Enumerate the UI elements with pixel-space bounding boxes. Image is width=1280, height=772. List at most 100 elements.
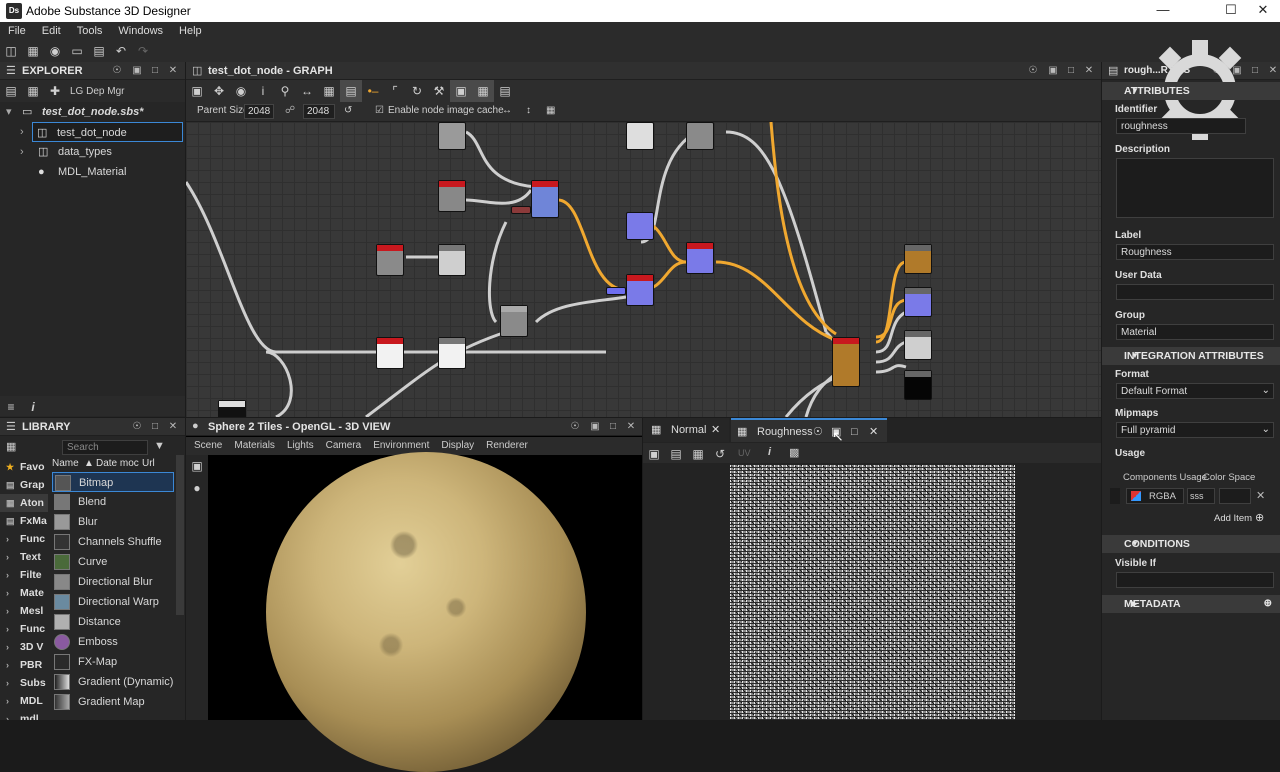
usage-extra-select[interactable] [1219, 488, 1251, 504]
tree-item-mdl-material[interactable]: ● MDL_Material [0, 162, 185, 182]
save-package-icon[interactable]: ▤ [0, 80, 22, 102]
graph-node[interactable] [904, 244, 932, 274]
library-item-channels-shuffle[interactable]: Channels Shuffle [52, 532, 174, 552]
open-icon[interactable]: ▭ [66, 40, 88, 62]
library-item-blend[interactable]: Blend [52, 492, 174, 512]
category-3d-view[interactable]: › 3D V [0, 638, 48, 656]
identifier-field[interactable]: roughness [1116, 118, 1246, 134]
layout-icon[interactable]: ▦ [318, 80, 340, 102]
info-icon[interactable]: i [768, 446, 771, 458]
menu-renderer[interactable]: Renderer [474, 437, 528, 451]
attributes-section[interactable]: ▼ ATTRIBUTES [1102, 82, 1280, 100]
visible-if-field[interactable] [1116, 572, 1274, 588]
library-item-bitmap[interactable]: Bitmap [52, 472, 174, 492]
menu-environment[interactable]: Environment [361, 437, 429, 451]
category-mdl[interactable]: › MDL [0, 692, 48, 710]
add-icon[interactable]: ✚ [44, 80, 66, 102]
category-pbr[interactable]: › PBR [0, 656, 48, 674]
graph-node[interactable] [438, 244, 466, 276]
category-favorites[interactable]: ★ Favo [0, 458, 48, 476]
histogram-icon[interactable]: ▩ [789, 446, 799, 459]
menu-scene[interactable]: Scene [186, 437, 222, 451]
float-icon[interactable]: ▣ [130, 64, 144, 78]
menu-tools[interactable]: Tools [69, 22, 111, 37]
hierarchy-icon[interactable]: ≡ [0, 396, 22, 418]
close-panel-icon[interactable]: ✕ [166, 64, 180, 78]
conditions-section[interactable]: ▼ CONDITIONS [1102, 535, 1280, 553]
add-item-label[interactable]: Add Item [1214, 513, 1252, 524]
link-icon[interactable]: ☍ [285, 105, 295, 116]
column-url[interactable]: Url [142, 458, 155, 469]
maximize-panel-icon[interactable]: □ [1064, 64, 1078, 78]
category-mdl-2[interactable]: › mdl [0, 710, 48, 720]
graph-node[interactable] [376, 337, 404, 369]
info-icon[interactable]: i [252, 80, 274, 102]
library-item-gradient-map[interactable]: Gradient Map [52, 692, 174, 712]
reset-icon[interactable]: ↺ [344, 105, 352, 116]
graph-node[interactable] [626, 274, 654, 306]
share-icon[interactable]: ↺ [709, 443, 731, 465]
float-icon[interactable]: ▣ [1046, 64, 1060, 78]
cache-checkbox[interactable]: ☑ [375, 105, 384, 116]
graph-node[interactable] [376, 244, 404, 276]
usage-row-handle[interactable] [1110, 488, 1120, 504]
undo-icon[interactable]: ↶ [110, 40, 132, 62]
tree-item-test-dot-node[interactable]: ◫ test_dot_node [32, 122, 183, 142]
maximize-panel-icon[interactable]: □ [148, 64, 162, 78]
library-grid-icon[interactable]: ▦ [6, 440, 16, 453]
pin-icon[interactable]: ☉ [568, 420, 582, 434]
menu-file[interactable]: File [0, 22, 34, 37]
refresh-icon[interactable]: ↻ [406, 80, 428, 102]
graph-node[interactable] [626, 212, 654, 240]
menu-camera[interactable]: Camera [314, 437, 362, 451]
screenshot-icon[interactable]: ◉ [230, 80, 252, 102]
close-panel-icon[interactable]: ✕ [166, 420, 180, 434]
menu-help[interactable]: Help [171, 22, 210, 37]
close-panel-icon[interactable]: ✕ [1082, 64, 1096, 78]
category-texture[interactable]: › Text [0, 548, 48, 566]
chevron-right-icon[interactable]: › [20, 142, 24, 162]
uv-toggle[interactable]: UV [738, 448, 751, 458]
category-graph[interactable]: ▤ Grap [0, 476, 48, 494]
clipboard-icon[interactable]: ▦ [687, 443, 709, 465]
color-space-select[interactable]: sss [1187, 488, 1215, 504]
expand-icon[interactable]: ▾ [6, 102, 12, 122]
roughness-map-preview[interactable] [730, 465, 1015, 720]
library-scrollbar[interactable] [176, 455, 184, 615]
maximize-panel-icon[interactable]: □ [148, 420, 162, 434]
table-icon[interactable]: ▤ [494, 80, 516, 102]
lg-dep-mgr[interactable]: LG Dep Mgr [70, 86, 124, 97]
integration-section[interactable]: ▼ INTEGRATION ATTRIBUTES [1102, 347, 1280, 365]
snap-icon[interactable]: ▣ [450, 80, 472, 102]
add-icon[interactable]: ⊕ [1255, 511, 1264, 524]
new-package-icon[interactable]: ▦ [22, 40, 44, 62]
graph-node[interactable] [218, 400, 246, 417]
parent-size-height[interactable]: 2048 [303, 104, 335, 119]
menu-materials[interactable]: Materials [222, 437, 275, 451]
graph-node[interactable] [626, 122, 654, 150]
category-substance[interactable]: › Subs [0, 674, 48, 692]
graph-node[interactable] [438, 180, 466, 212]
new-item-icon[interactable]: ▦ [22, 80, 44, 102]
remove-icon[interactable]: ✕ [1256, 489, 1265, 502]
fit-icon[interactable]: ▦ [546, 105, 555, 116]
search-icon[interactable]: ⚲ [274, 80, 296, 102]
graph-node[interactable] [686, 242, 714, 274]
library-item-directional-warp[interactable]: Directional Warp [52, 592, 174, 612]
user-data-field[interactable] [1116, 284, 1274, 300]
redo-icon[interactable]: ↷ [132, 40, 154, 62]
menu-windows[interactable]: Windows [110, 22, 171, 37]
center-icon[interactable]: ✥ [208, 80, 230, 102]
graph-node[interactable] [438, 337, 466, 369]
category-function-2[interactable]: › Func [0, 620, 48, 638]
graph-canvas[interactable] [186, 122, 1101, 417]
category-filters[interactable]: › Filte [0, 566, 48, 584]
library-item-gradient-dynamic[interactable]: Gradient (Dynamic) [52, 672, 174, 692]
maximize-panel-icon[interactable]: □ [606, 420, 620, 434]
close-button[interactable]: ✕ [1240, 0, 1280, 22]
filter-icon[interactable]: ▼ [154, 440, 165, 452]
tree-item-data-types[interactable]: › ◫ data_types [0, 142, 185, 162]
camera-icon[interactable]: ▣ [186, 455, 208, 477]
tab-roughness[interactable]: ▦ Roughness ☉ ▣ □ ✕ [731, 418, 887, 442]
community-icon[interactable]: ◉ [44, 40, 66, 62]
